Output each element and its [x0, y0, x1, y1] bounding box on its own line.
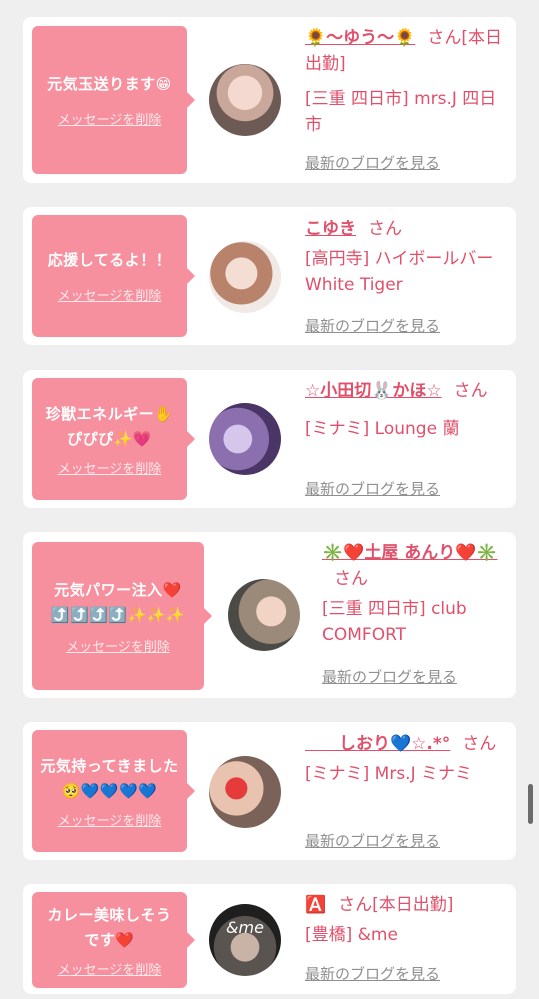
avatar-text: &me	[226, 918, 264, 937]
delete-message-link[interactable]: メッセージを削除	[58, 810, 162, 829]
shop-link[interactable]: [三重 四日市] club COMFORT	[322, 596, 512, 648]
message-text: 元気持ってきました🥺💙💙💙💙	[40, 756, 179, 800]
status-badge: [本日出勤]	[372, 895, 454, 915]
shop-link[interactable]: [豊橋] &me	[305, 922, 398, 948]
honorific: さん	[427, 28, 462, 48]
sender-name-link[interactable]: こゆき	[305, 219, 356, 239]
sender-name-link[interactable]: 🌻〜ゆう〜🌻	[305, 28, 415, 48]
message-text: 元気玉送ります😁	[47, 75, 172, 93]
avatar[interactable]	[209, 403, 281, 475]
latest-blog-link[interactable]: 最新のブログを見る	[322, 666, 457, 687]
honorific: さん	[368, 219, 402, 239]
message-card: カレー美味しそうです❤️ メッセージを削除 &me 🅰️ さん[本日出勤] [豊橋…	[23, 884, 516, 994]
latest-blog-link[interactable]: 最新のブログを見る	[305, 152, 440, 173]
shop-link[interactable]: [三重 四日市] mrs.J 四日市	[305, 86, 510, 138]
avatar[interactable]	[209, 64, 281, 136]
message-card: 応援してるよ！！ メッセージを削除 こゆき さん [高円寺] ハイボールバー Wh…	[23, 207, 516, 345]
scrollbar-thumb[interactable]	[528, 784, 533, 824]
shop-link[interactable]: [高円寺] ハイボールバー White Tiger	[305, 246, 510, 298]
latest-blog-link[interactable]: 最新のブログを見る	[305, 478, 440, 499]
honorific: さん	[334, 569, 368, 589]
sender-info: ✳️❤️土屋 あんり❤️✳️ さん [三重 四日市] club COMFORT	[322, 540, 512, 648]
message-bubble: 元気玉送ります😁 メッセージを削除	[32, 26, 195, 174]
latest-blog-link[interactable]: 最新のブログを見る	[305, 963, 440, 984]
honorific: さん	[462, 734, 497, 754]
sender-name-link[interactable]: 🅰️	[305, 895, 326, 915]
sender-name-link[interactable]: ☆小田切🐰かほ☆	[305, 381, 442, 401]
sender-info: こゆき さん [高円寺] ハイボールバー White Tiger	[305, 216, 510, 298]
message-text: 珍獣エネルギー✋ぴぴぴ✨💗	[45, 404, 174, 448]
message-bubble: 珍獣エネルギー✋ぴぴぴ✨💗 メッセージを削除	[32, 378, 195, 500]
message-text: カレー美味しそうです❤️	[47, 905, 172, 949]
avatar[interactable]	[209, 241, 281, 313]
honorific: さん	[338, 895, 373, 915]
message-card: 珍獣エネルギー✋ぴぴぴ✨💗 メッセージを削除 ☆小田切🐰かほ☆ さん [ミナミ] …	[23, 370, 516, 508]
avatar[interactable]: &me	[209, 904, 281, 976]
message-card: 元気持ってきました🥺💙💙💙💙 メッセージを削除 しおり💙☆.*° さん [ミナミ]…	[23, 722, 516, 860]
message-card: 元気パワー注入❤️⤴️⤴️⤴️⤴️✨✨✨ メッセージを削除 ✳️❤️土屋 あんり…	[23, 532, 516, 698]
delete-message-link[interactable]: メッセージを削除	[66, 636, 170, 655]
shop-link[interactable]: [ミナミ] Mrs.J ミナミ	[305, 761, 472, 787]
sender-info: ☆小田切🐰かほ☆ さん [ミナミ] Lounge 蘭	[305, 378, 510, 442]
message-bubble: 元気持ってきました🥺💙💙💙💙 メッセージを削除	[32, 730, 195, 852]
honorific: さん	[453, 381, 488, 401]
sender-info: しおり💙☆.*° さん [ミナミ] Mrs.J ミナミ	[305, 731, 510, 787]
latest-blog-link[interactable]: 最新のブログを見る	[305, 830, 440, 851]
sender-name-link[interactable]: ✳️❤️土屋 あんり❤️✳️	[322, 543, 498, 563]
delete-message-link[interactable]: メッセージを削除	[58, 959, 162, 978]
message-bubble: 応援してるよ！！ メッセージを削除	[32, 215, 195, 337]
message-bubble: 元気パワー注入❤️⤴️⤴️⤴️⤴️✨✨✨ メッセージを削除	[32, 542, 212, 690]
sender-info: 🅰️ さん[本日出勤] [豊橋] &me	[305, 892, 510, 948]
sender-name-link[interactable]: しおり💙☆.*°	[305, 734, 450, 754]
delete-message-link[interactable]: メッセージを削除	[58, 285, 162, 304]
delete-message-link[interactable]: メッセージを削除	[58, 109, 162, 128]
sender-info: 🌻〜ゆう〜🌻 さん[本日出勤] [三重 四日市] mrs.J 四日市	[305, 25, 510, 138]
delete-message-link[interactable]: メッセージを削除	[58, 458, 162, 477]
latest-blog-link[interactable]: 最新のブログを見る	[305, 315, 440, 336]
message-text: 応援してるよ！！	[47, 251, 172, 269]
message-bubble: カレー美味しそうです❤️ メッセージを削除	[32, 892, 195, 988]
message-card: 元気玉送ります😁 メッセージを削除 🌻〜ゆう〜🌻 さん[本日出勤] [三重 四日市…	[23, 17, 516, 183]
avatar[interactable]	[228, 579, 300, 651]
message-text: 元気パワー注入❤️⤴️⤴️⤴️⤴️✨✨✨	[50, 580, 186, 624]
avatar[interactable]	[209, 756, 281, 828]
shop-link[interactable]: [ミナミ] Lounge 蘭	[305, 416, 459, 442]
